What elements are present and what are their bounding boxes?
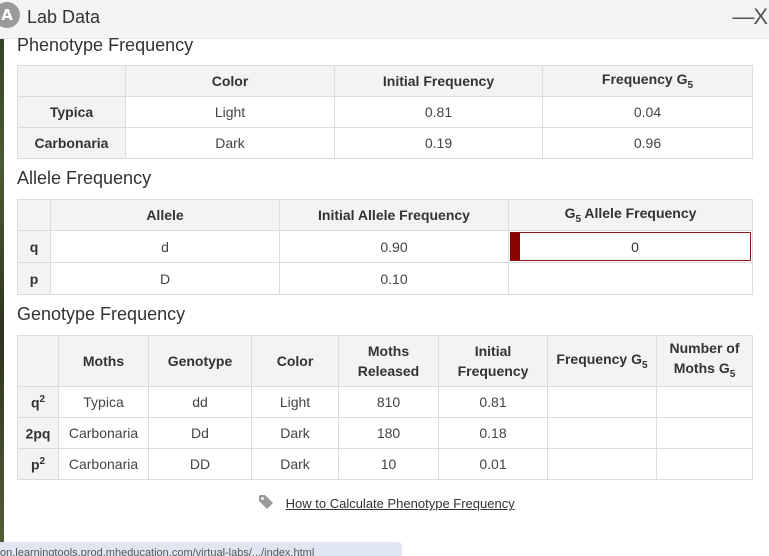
genotype-freq-g5-input[interactable] xyxy=(547,386,657,418)
genotype-number-g5-cell xyxy=(656,417,753,449)
genotype-cell-genotype: DD xyxy=(148,448,252,480)
genotype-header-moths: Moths xyxy=(58,335,149,387)
genotype-header-initial: Initial Frequency xyxy=(438,335,548,387)
help-link-row: How to Calculate Phenotype Frequency xyxy=(258,494,515,513)
table-row: Carbonaria Dark 0.19 0.96 xyxy=(17,127,753,159)
g5-allele-p-input[interactable] xyxy=(508,262,753,295)
allele-header-initial: Initial Allele Frequency xyxy=(279,199,509,231)
allele-row-name: p xyxy=(17,262,51,295)
genotype-cell-initial: 0.18 xyxy=(438,417,548,449)
genotype-row-label: p2 xyxy=(17,448,59,480)
genotype-header-color: Color xyxy=(251,335,339,387)
phenotype-cell-color: Dark xyxy=(125,127,335,159)
dialog-title: Lab Data xyxy=(27,7,101,27)
table-row: 2pq Carbonaria Dd Dark 180 0.18 xyxy=(17,417,753,449)
genotype-row-label: q2 xyxy=(17,386,59,418)
phenotype-section-title: Phenotype Frequency xyxy=(17,35,194,55)
close-icon[interactable]: —X xyxy=(732,4,768,30)
genotype-row-label: 2pq xyxy=(17,417,59,449)
genotype-cell-color: Dark xyxy=(251,448,339,480)
genotype-freq-g5-input[interactable] xyxy=(547,417,657,449)
genotype-header-number-g5: Number of Moths G5 xyxy=(656,335,753,387)
genotype-header-released: Moths Released xyxy=(338,335,439,387)
phenotype-header-initial: Initial Frequency xyxy=(334,65,543,97)
table-row: q2 Typica dd Light 810 0.81 xyxy=(17,386,753,418)
allele-row-name: q xyxy=(17,230,51,263)
allele-cell-initial: 0.10 xyxy=(279,262,509,295)
phenotype-cell-color: Light xyxy=(125,96,335,128)
table-row: q d 0.90 xyxy=(17,230,753,263)
genotype-freq-g5-input[interactable] xyxy=(547,448,657,480)
genotype-header-freq-g5: Frequency G5 xyxy=(547,335,657,387)
genotype-header-blank xyxy=(17,335,59,387)
phenotype-cell-initial: 0.81 xyxy=(334,96,543,128)
table-row: p D 0.10 xyxy=(17,262,753,295)
genotype-cell-moths: Carbonaria xyxy=(58,448,149,480)
genotype-cell-initial: 0.81 xyxy=(438,386,548,418)
allele-cell-g5 xyxy=(508,230,753,263)
table-row: Typica Light 0.81 0.04 xyxy=(17,96,753,128)
genotype-cell-released: 10 xyxy=(338,448,439,480)
allele-section-title: Allele Frequency xyxy=(17,168,152,188)
how-to-calculate-link[interactable]: How to Calculate Phenotype Frequency xyxy=(286,496,515,511)
genotype-cell-color: Light xyxy=(251,386,339,418)
allele-header-allele: Allele xyxy=(50,199,280,231)
allele-cell-allele: d xyxy=(50,230,280,263)
allele-cell-initial: 0.90 xyxy=(279,230,509,263)
browser-status-url: on.learningtools.prod.mheducation.com/vi… xyxy=(0,542,402,556)
genotype-cell-color: Dark xyxy=(251,417,339,449)
lab-app-icon: A xyxy=(0,2,20,28)
genotype-cell-genotype: dd xyxy=(148,386,252,418)
genotype-cell-moths: Typica xyxy=(58,386,149,418)
phenotype-row-name: Carbonaria xyxy=(17,127,126,159)
phenotype-header-g5: Frequency G5 xyxy=(542,65,753,97)
phenotype-table: Color Initial Frequency Frequency G5 Typ… xyxy=(17,65,753,159)
genotype-cell-moths: Carbonaria xyxy=(58,417,149,449)
genotype-cell-released: 180 xyxy=(338,417,439,449)
genotype-cell-initial: 0.01 xyxy=(438,448,548,480)
allele-cell-allele: D xyxy=(50,262,280,295)
genotype-header-genotype: Genotype xyxy=(148,335,252,387)
allele-header-blank xyxy=(17,199,51,231)
genotype-number-g5-cell xyxy=(656,386,753,418)
dialog-titlebar: A Lab Data —X xyxy=(0,0,769,39)
genotype-table: Moths Genotype Color Moths Released Initi… xyxy=(17,335,753,480)
allele-table: Allele Initial Allele Frequency G5 Allel… xyxy=(17,199,753,295)
table-row: p2 Carbonaria DD Dark 10 0.01 xyxy=(17,448,753,480)
genotype-cell-released: 810 xyxy=(338,386,439,418)
phenotype-cell-initial: 0.19 xyxy=(334,127,543,159)
genotype-section-title: Genotype Frequency xyxy=(17,304,186,324)
genotype-number-g5-cell xyxy=(656,448,753,480)
phenotype-cell-g5: 0.96 xyxy=(542,127,753,159)
tag-icon xyxy=(258,494,274,513)
phenotype-header-blank xyxy=(17,65,126,97)
allele-header-g5: G5 Allele Frequency xyxy=(508,199,753,231)
phenotype-row-name: Typica xyxy=(17,96,126,128)
phenotype-cell-g5: 0.04 xyxy=(542,96,753,128)
phenotype-header-color: Color xyxy=(125,65,335,97)
background-photo-strip xyxy=(0,0,4,556)
genotype-cell-genotype: Dd xyxy=(148,417,252,449)
g5-allele-q-input[interactable] xyxy=(510,232,751,261)
